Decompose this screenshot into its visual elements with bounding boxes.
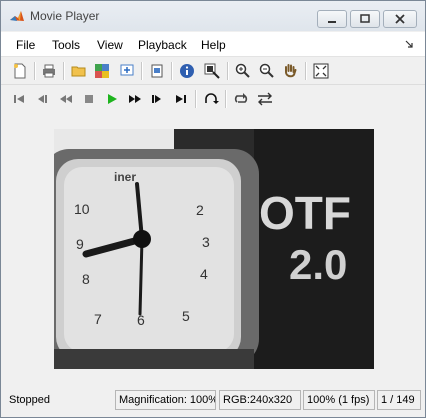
playback-direction-icon bbox=[258, 92, 272, 106]
fit-to-window-icon bbox=[313, 63, 329, 79]
playback-state: Stopped bbox=[9, 394, 50, 406]
stop-button[interactable] bbox=[79, 89, 99, 109]
magnification-readout: Magnification: 100% bbox=[115, 390, 216, 410]
menu-view[interactable]: View bbox=[97, 38, 123, 52]
svg-text:9: 9 bbox=[76, 236, 84, 252]
jump-to-icon bbox=[205, 93, 219, 104]
fast-forward-button[interactable] bbox=[125, 89, 145, 109]
new-icon bbox=[14, 63, 26, 79]
rewind-button[interactable] bbox=[56, 89, 76, 109]
svg-text:3: 3 bbox=[202, 234, 210, 250]
svg-text:5: 5 bbox=[182, 308, 190, 324]
video-display-area: OTF 2.0 10 2 3 9 8 4 7 5 6 iner bbox=[1, 112, 425, 386]
minimize-button[interactable] bbox=[317, 10, 347, 28]
svg-text:2: 2 bbox=[196, 202, 204, 218]
frame-rate-readout: 100% (1 fps) bbox=[303, 390, 375, 410]
zoom-out-button[interactable] bbox=[257, 61, 277, 81]
step-forward-button[interactable] bbox=[147, 89, 167, 109]
step-back-button[interactable] bbox=[32, 89, 52, 109]
svg-text:OTF: OTF bbox=[259, 187, 351, 239]
step-forward-icon bbox=[152, 95, 161, 103]
pixel-info-button[interactable] bbox=[202, 61, 222, 81]
menu-playback[interactable]: Playback bbox=[138, 38, 187, 52]
svg-text:7: 7 bbox=[94, 311, 102, 327]
go-to-last-button[interactable] bbox=[171, 89, 191, 109]
frame-counter: 1 / 149 bbox=[377, 390, 421, 410]
playback-toolbar bbox=[1, 84, 425, 113]
maximize-button[interactable] bbox=[350, 10, 380, 28]
video-frame: OTF 2.0 10 2 3 9 8 4 7 5 6 iner bbox=[54, 129, 374, 369]
playback-direction-button[interactable] bbox=[255, 89, 275, 109]
title-bar: Movie Player bbox=[1, 1, 425, 31]
svg-text:2.0: 2.0 bbox=[289, 241, 347, 288]
loop-button[interactable] bbox=[231, 89, 251, 109]
import-icon bbox=[120, 64, 134, 76]
export-button[interactable] bbox=[92, 61, 112, 81]
image-size-readout: RGB:240x320 bbox=[219, 390, 301, 410]
go-to-last-icon bbox=[176, 95, 186, 103]
step-back-icon bbox=[38, 95, 47, 103]
main-toolbar bbox=[1, 56, 425, 85]
svg-text:10: 10 bbox=[74, 201, 90, 217]
movie-player-window: Movie Player File Tools View Playback He… bbox=[0, 0, 426, 418]
status-bar: Stopped Magnification: 100% RGB:240x320 … bbox=[1, 388, 425, 415]
stop-icon bbox=[85, 95, 93, 103]
close-button[interactable] bbox=[383, 10, 417, 28]
print-button[interactable] bbox=[39, 61, 59, 81]
jump-to-button[interactable] bbox=[201, 89, 221, 109]
fast-forward-icon bbox=[129, 95, 141, 103]
window-title: Movie Player bbox=[30, 9, 100, 23]
go-to-first-button[interactable] bbox=[9, 89, 29, 109]
matlab-logo-icon bbox=[10, 11, 24, 21]
zoom-in-button[interactable] bbox=[233, 61, 253, 81]
minimize-icon bbox=[328, 21, 336, 23]
svg-text:8: 8 bbox=[82, 271, 90, 287]
menu-help[interactable]: Help bbox=[201, 38, 226, 52]
export-icon bbox=[95, 64, 109, 78]
properties-icon bbox=[151, 64, 163, 78]
pan-button[interactable] bbox=[280, 61, 300, 81]
open-folder-icon bbox=[71, 66, 86, 77]
properties-button[interactable] bbox=[147, 61, 167, 81]
pan-hand-icon bbox=[285, 64, 297, 78]
info-button[interactable] bbox=[177, 61, 197, 81]
zoom-in-icon bbox=[235, 63, 250, 78]
menu-tools[interactable]: Tools bbox=[52, 38, 80, 52]
print-icon bbox=[43, 64, 55, 78]
pixel-info-icon bbox=[204, 63, 220, 79]
play-button[interactable] bbox=[102, 89, 122, 109]
open-folder-button[interactable] bbox=[69, 61, 89, 81]
menu-file[interactable]: File bbox=[16, 38, 35, 52]
maximize-icon bbox=[360, 14, 370, 23]
dock-arrow-icon[interactable] bbox=[405, 40, 413, 48]
rewind-icon bbox=[60, 95, 72, 103]
menu-bar: File Tools View Playback Help bbox=[1, 32, 425, 56]
fit-to-window-button[interactable] bbox=[311, 61, 331, 81]
info-icon bbox=[180, 64, 194, 78]
play-icon bbox=[108, 94, 117, 104]
loop-icon bbox=[234, 93, 248, 103]
new-button[interactable] bbox=[10, 61, 30, 81]
svg-text:4: 4 bbox=[200, 266, 208, 282]
svg-text:iner: iner bbox=[114, 170, 136, 184]
close-icon bbox=[395, 14, 405, 24]
import-button[interactable] bbox=[117, 61, 137, 81]
go-to-first-icon bbox=[14, 95, 24, 103]
zoom-out-icon bbox=[259, 63, 274, 78]
